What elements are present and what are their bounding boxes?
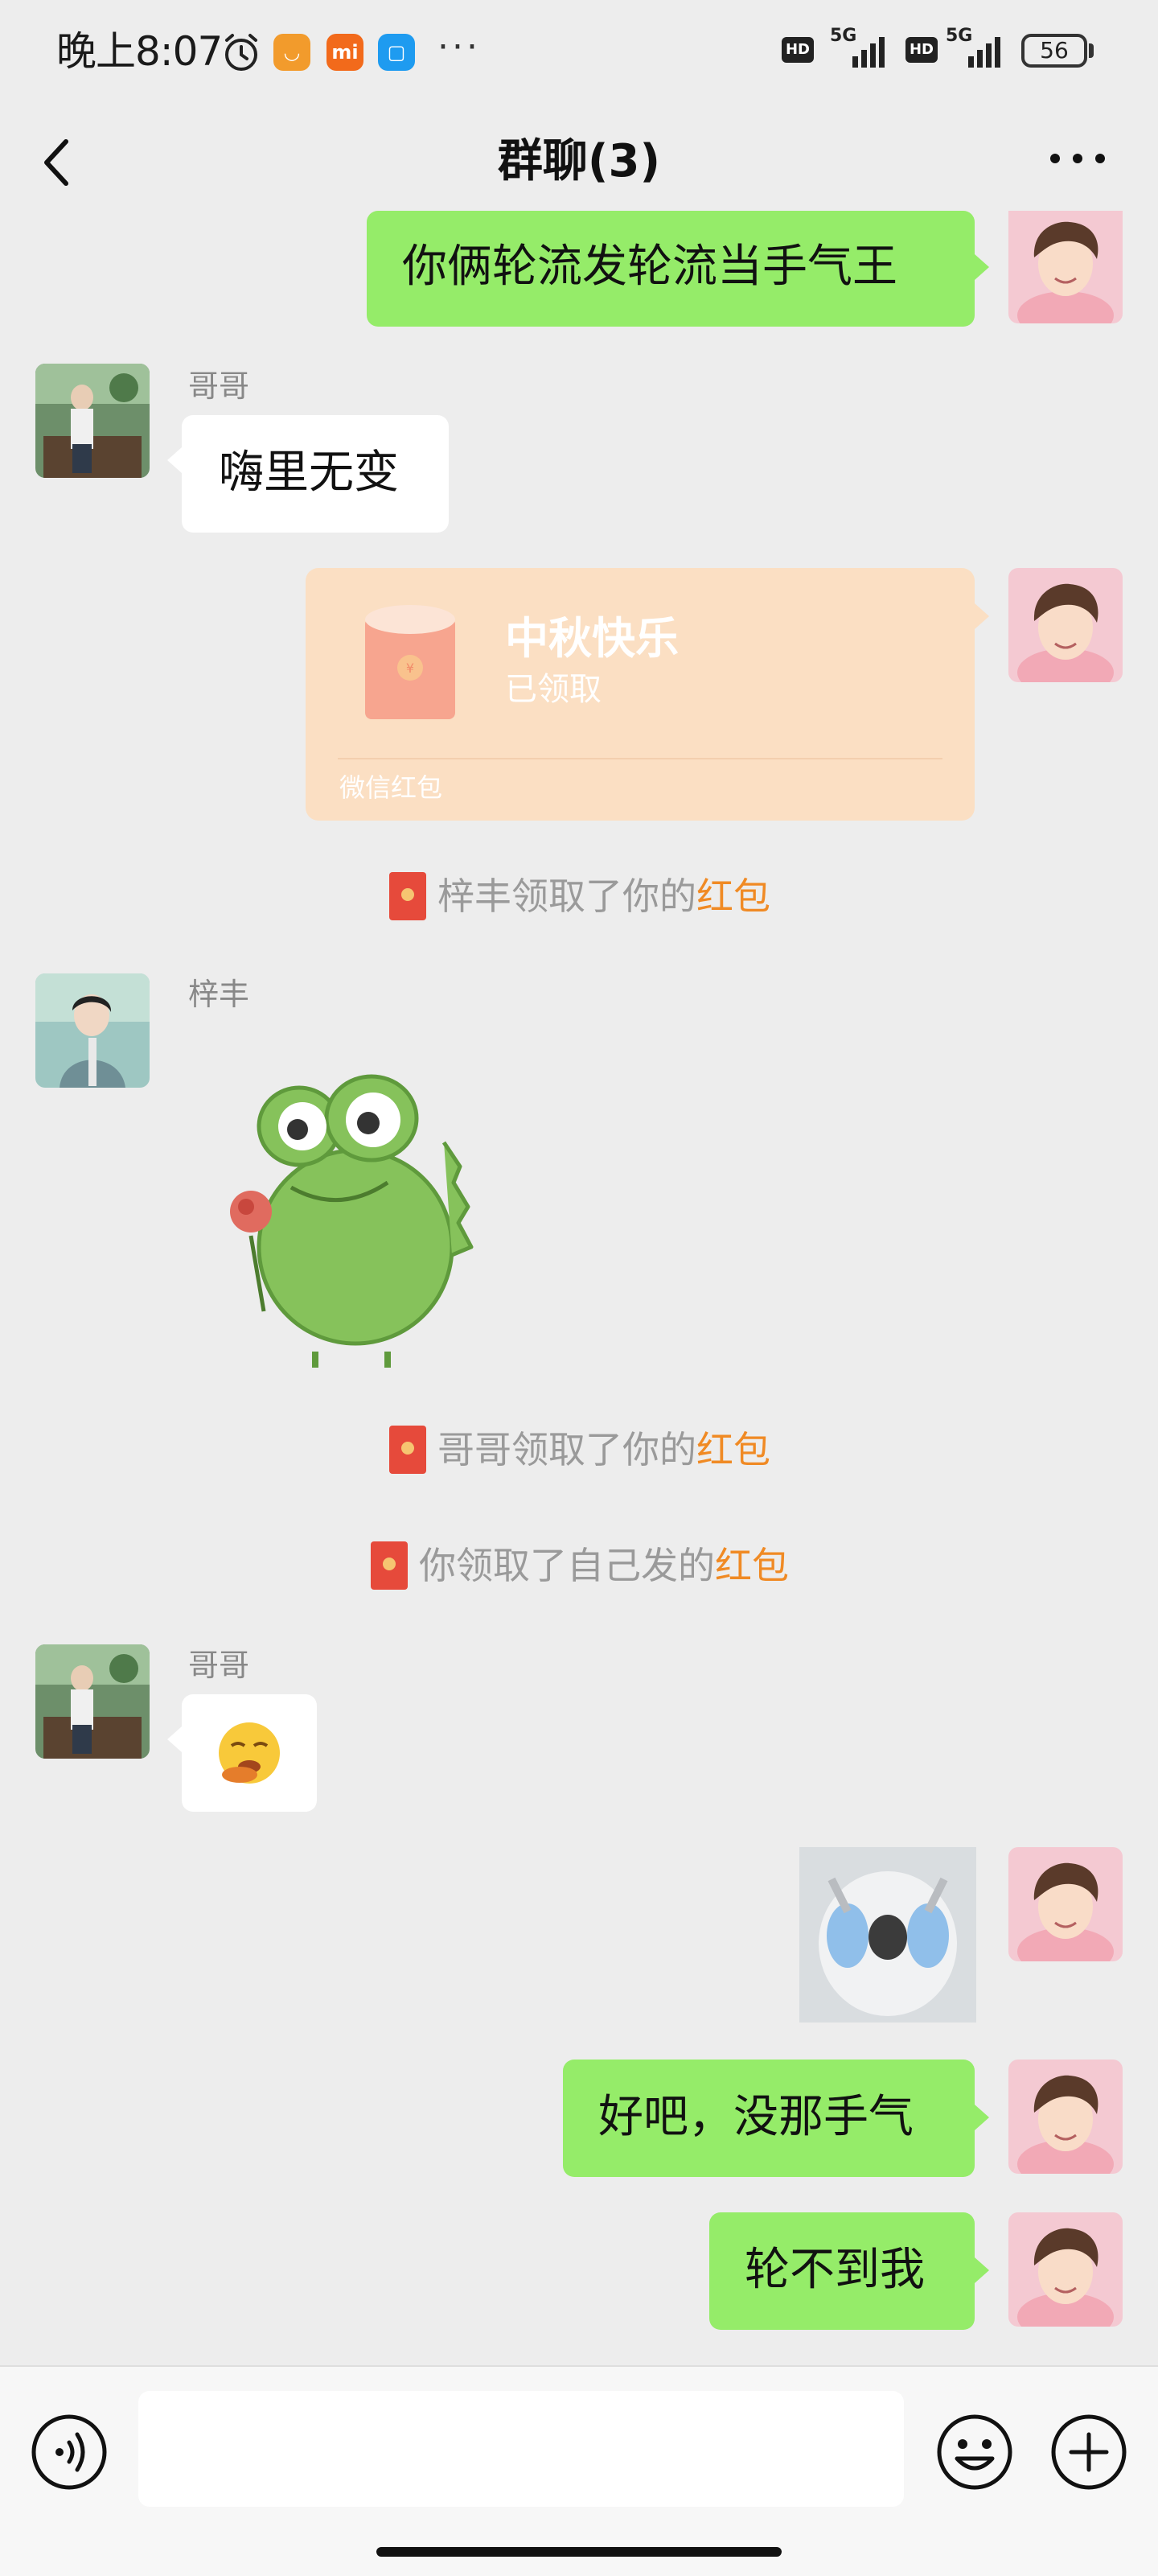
red-packet-title: 中秋快乐	[505, 613, 679, 664]
emoji-drooling-face	[219, 1722, 280, 1784]
sender-name: 哥哥	[188, 368, 250, 404]
chat-header: 群聊(3)	[0, 101, 1158, 222]
red-packet-link[interactable]: 红包	[715, 1544, 789, 1587]
notice-text: 哥哥领取了你的	[437, 1428, 696, 1471]
voice-icon[interactable]	[29, 2412, 109, 2492]
red-packet-link[interactable]: 红包	[696, 874, 770, 918]
red-packet-icon: ¥	[365, 605, 455, 719]
more-notifications-icon: ···	[437, 27, 481, 68]
bubble-tail	[167, 447, 182, 473]
more-dots-icon[interactable]	[1045, 146, 1110, 171]
my-avatar[interactable]	[1008, 2212, 1123, 2327]
notice-text: 你领取了自己发的	[419, 1544, 715, 1587]
signal-icon	[852, 37, 885, 68]
battery-tip	[1089, 43, 1094, 58]
message-bubble-other[interactable]	[182, 1694, 317, 1812]
hd-badge-1: HD	[782, 37, 814, 63]
message-input[interactable]	[138, 2391, 904, 2507]
red-packet-icon	[389, 871, 426, 920]
app-icon: ▢	[378, 34, 415, 71]
svg-text:¥: ¥	[406, 660, 414, 676]
crying-cat-sticker[interactable]	[799, 1847, 976, 2023]
home-indicator[interactable]	[376, 2547, 782, 2557]
red-packet-icon	[389, 1425, 426, 1474]
plus-icon[interactable]	[1049, 2412, 1129, 2492]
my-avatar[interactable]	[1008, 568, 1123, 682]
signal-icon	[968, 37, 1000, 68]
message-bubble-mine[interactable]: 轮不到我	[709, 2212, 975, 2330]
my-avatar[interactable]	[1008, 211, 1123, 323]
my-avatar[interactable]	[1008, 2060, 1123, 2174]
message-bubble-mine[interactable]: 好吧，没那手气	[563, 2060, 975, 2177]
divider	[338, 758, 942, 759]
xiaoai-icon: ◡	[273, 34, 310, 71]
chat-title: 群聊(3)	[497, 135, 661, 187]
red-packet-status: 已领取	[505, 671, 602, 708]
my-avatar[interactable]	[1008, 1847, 1123, 1961]
red-packet-link[interactable]: 红包	[696, 1428, 770, 1471]
red-packet-icon	[371, 1541, 408, 1590]
mi-icon: mi	[326, 34, 363, 71]
battery-icon: 56	[1021, 34, 1087, 68]
avatar-zifeng[interactable]	[35, 973, 150, 1088]
avatar-gege[interactable]	[35, 364, 150, 478]
sender-name: 哥哥	[188, 1648, 250, 1683]
bubble-tail	[167, 1726, 182, 1752]
system-notice: 你领取了自己发的红包	[0, 1540, 1158, 1595]
sender-name: 梓丰	[188, 977, 250, 1012]
notice-text: 梓丰领取了你的	[437, 874, 696, 918]
status-time: 晚上8:07	[56, 28, 223, 75]
chat-input-bar	[0, 2365, 1158, 2576]
avatar-gege[interactable]	[35, 1644, 150, 1759]
frog-with-rose-sticker[interactable]	[203, 1046, 508, 1368]
message-bubble-other[interactable]: 嗨里无变	[182, 415, 449, 533]
bubble-tail	[975, 2105, 989, 2130]
system-notice: 哥哥领取了你的红包	[0, 1424, 1158, 1479]
bubble-tail	[975, 603, 989, 629]
emoji-icon[interactable]	[934, 2412, 1015, 2492]
bubble-tail	[975, 254, 989, 280]
system-notice: 梓丰领取了你的红包	[0, 870, 1158, 925]
red-packet-footer: 微信红包	[339, 772, 443, 803]
alarm-icon	[225, 34, 257, 71]
status-bar: 晚上8:07 ◡ mi ▢ ··· HD 5G HD 5G 56	[0, 0, 1158, 101]
message-bubble-mine[interactable]: 你俩轮流发轮流当手气王	[367, 211, 975, 327]
hd-badge-2: HD	[905, 37, 938, 63]
red-packet-card[interactable]: ¥ 中秋快乐 已领取 微信红包	[306, 568, 975, 821]
bubble-tail	[975, 2257, 989, 2283]
